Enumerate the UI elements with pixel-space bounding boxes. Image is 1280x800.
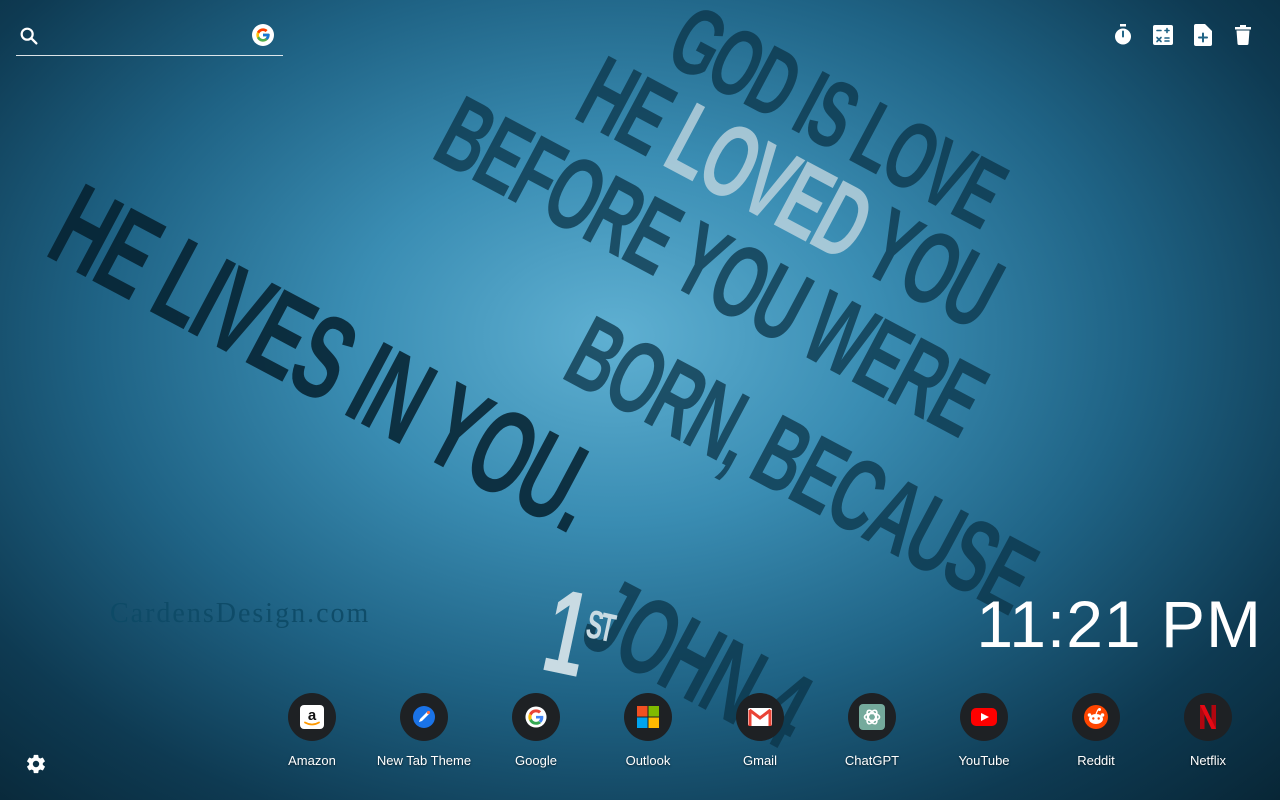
shortcut-new-tab-theme[interactable]: New Tab Theme <box>368 693 480 768</box>
wallpaper: GOD IS LOVE HE LOVED YOU BEFORE YOU WERE… <box>0 0 1280 800</box>
new-note-icon[interactable] <box>1192 24 1214 46</box>
top-toolbar <box>1112 24 1254 46</box>
search-icon[interactable] <box>18 25 40 52</box>
svg-text:a: a <box>308 707 317 724</box>
amazon-icon[interactable]: a <box>288 693 336 741</box>
clock: 11:21 PM <box>976 587 1262 661</box>
trash-icon[interactable] <box>1232 24 1254 46</box>
shortcut-label: Outlook <box>625 753 671 768</box>
shortcut-label: ChatGPT <box>844 753 900 768</box>
new-tab-theme-icon[interactable] <box>400 693 448 741</box>
watermark: CardensDesign.com <box>110 598 371 629</box>
chatgpt-icon[interactable] <box>848 693 896 741</box>
shortcut-label: Gmail <box>743 753 777 768</box>
shortcut-gmail[interactable]: Gmail <box>704 693 816 768</box>
shortcut-label: New Tab Theme <box>376 753 472 768</box>
gear-icon[interactable] <box>25 753 47 775</box>
youtube-icon[interactable] <box>960 693 1008 741</box>
google-icon[interactable] <box>512 693 560 741</box>
shortcut-outlook[interactable]: Outlook <box>592 693 704 768</box>
shortcuts-bar: a Amazon New Tab Theme Google Outlook Gm… <box>256 693 1264 768</box>
shortcut-chatgpt[interactable]: ChatGPT <box>816 693 928 768</box>
reddit-icon[interactable] <box>1072 693 1120 741</box>
shortcut-label: Amazon <box>288 753 336 768</box>
shortcut-youtube[interactable]: YouTube <box>928 693 1040 768</box>
netflix-icon[interactable] <box>1184 693 1232 741</box>
shortcut-label: Google <box>515 753 557 768</box>
outlook-icon[interactable] <box>624 693 672 741</box>
shortcut-label: YouTube <box>958 753 1010 768</box>
gmail-icon[interactable] <box>736 693 784 741</box>
calculator-icon[interactable] <box>1152 24 1174 46</box>
search-input[interactable] <box>52 26 256 48</box>
shortcut-label: Netflix <box>1189 753 1227 768</box>
shortcut-amazon[interactable]: a Amazon <box>256 693 368 768</box>
shortcut-google[interactable]: Google <box>480 693 592 768</box>
timer-icon[interactable] <box>1112 24 1134 46</box>
google-icon[interactable] <box>252 24 274 46</box>
shortcut-netflix[interactable]: Netflix <box>1152 693 1264 768</box>
shortcut-reddit[interactable]: Reddit <box>1040 693 1152 768</box>
search-bar[interactable] <box>16 20 283 56</box>
shortcut-label: Reddit <box>1077 753 1115 768</box>
